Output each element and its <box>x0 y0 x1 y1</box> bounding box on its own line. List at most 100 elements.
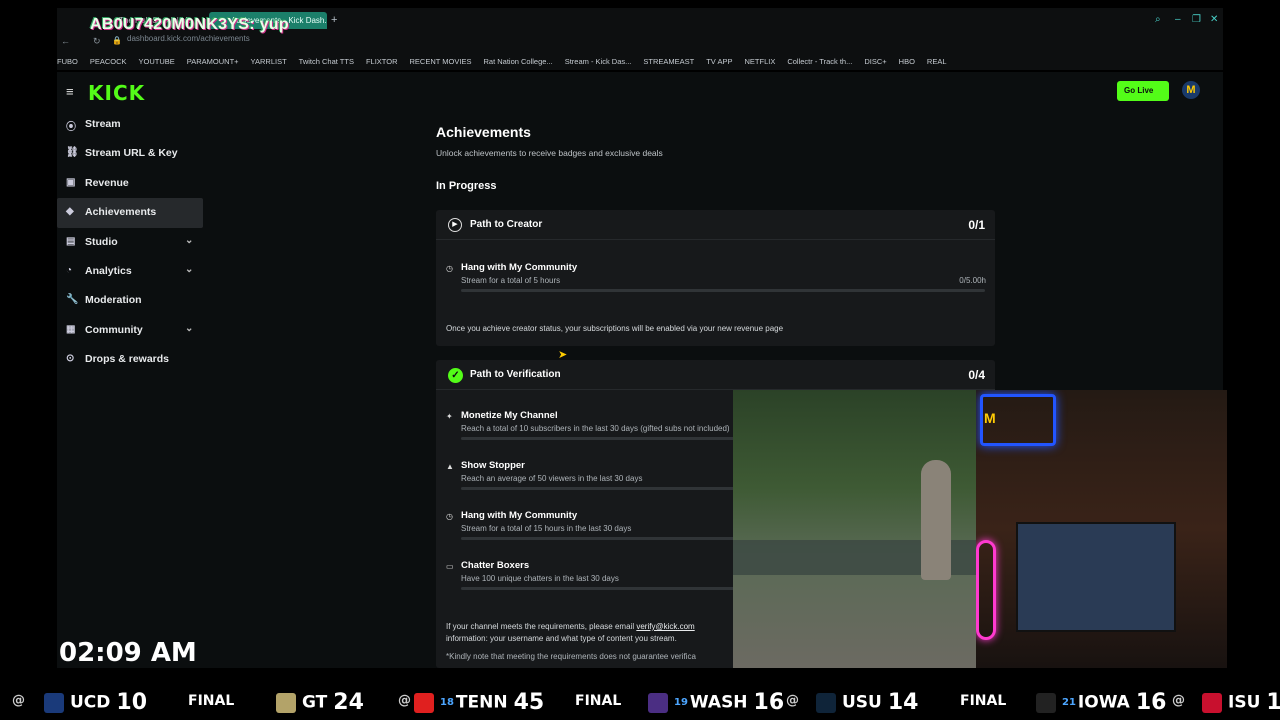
pink-neon-light <box>976 540 996 640</box>
top-bar: ≡ KICK Go Live M <box>57 72 1223 112</box>
creator-footer: Once you achieve creator status, your su… <box>446 324 784 333</box>
sidebar-item-label: Revenue <box>85 176 129 189</box>
go-live-button[interactable]: Go Live <box>1117 81 1169 101</box>
team-rank: 19 <box>674 697 688 708</box>
task-description: Reach an average of 50 viewers in the la… <box>461 474 643 483</box>
task-description: Stream for a total of 15 hours in the la… <box>461 524 632 533</box>
broadcast-icon: ⦿ <box>66 122 76 133</box>
sidebar-item-label: Achievements <box>85 206 157 219</box>
play-icon: ▶ <box>448 218 462 232</box>
team-name: UCD <box>70 692 111 713</box>
avatar[interactable]: M <box>1182 81 1200 99</box>
bookmark-item[interactable]: PARAMOUNT+ <box>187 57 239 66</box>
at-separator: @ <box>786 693 799 708</box>
bookmark-item[interactable]: NETFLIX <box>744 57 775 66</box>
sidebar-item-analytics[interactable]: ◔ Analytics ⌄ <box>57 257 203 286</box>
sidebar-item-stream-url-key[interactable]: ⛓ Stream URL & Key <box>57 139 203 168</box>
team-name: USU <box>842 692 882 713</box>
task-name: Monetize My Channel <box>461 410 558 421</box>
sidebar-item-revenue[interactable]: ▣ Revenue <box>57 169 203 198</box>
sidebar-item-label: Analytics <box>85 264 132 277</box>
bookmark-item[interactable]: FLIXTOR <box>366 57 398 66</box>
bookmarks-bar: FUBO PEACOCK YOUTUBE PARAMOUNT+ YARRLIST Twit… <box>57 57 1223 69</box>
verified-badge-icon: ✓ <box>448 368 463 383</box>
back-icon[interactable]: ← <box>61 36 70 46</box>
chevron-down-icon[interactable]: ⌄ <box>185 323 193 334</box>
team-rank: 21 <box>1062 697 1076 708</box>
link-icon: ⛓ <box>66 147 79 159</box>
outdoor-camera-feed <box>733 390 976 668</box>
gift-icon: ⊙ <box>66 353 75 365</box>
game-status: FINAL <box>960 693 1007 709</box>
creator-card-header: ▶ Path to Creator 0/1 <box>436 210 995 240</box>
person-figure <box>921 460 951 580</box>
bookmark-item[interactable]: FUBO <box>57 57 78 66</box>
sidebar-item-moderation[interactable]: 🔧 Moderation <box>57 286 203 315</box>
sidebar-item-label: Stream <box>85 118 121 130</box>
team-score: 1 <box>1266 690 1280 715</box>
team-rank: 18 <box>440 697 454 708</box>
team-name: GT <box>302 692 328 713</box>
bookmark-item[interactable]: Twitch Chat TTS <box>299 57 354 66</box>
bookmark-item[interactable]: REAL <box>927 57 947 66</box>
clock: 02:09 AM <box>59 638 197 668</box>
page-subtitle: Unlock achievements to receive badges an… <box>436 148 663 158</box>
task-name: Show Stopper <box>461 460 525 471</box>
new-tab-button[interactable]: + <box>329 12 343 29</box>
team-score: 45 <box>513 690 545 715</box>
bookmark-item[interactable]: YARRLIST <box>251 57 287 66</box>
card-title: Path to Verification <box>470 369 561 380</box>
go-live-label: Go Live <box>1124 86 1154 95</box>
bookmark-item[interactable]: Stream - Kick Das... <box>565 57 632 66</box>
search-icon[interactable]: ⌕ <box>1155 14 1161 25</box>
sidebar-item-drops-rewards[interactable]: ⊙ Drops & rewards <box>57 345 203 374</box>
bookmark-item[interactable]: DISC+ <box>864 57 886 66</box>
bookmark-item[interactable]: RECENT MOVIES <box>410 57 472 66</box>
page-title: Achievements <box>436 124 531 140</box>
ticker-team: ISU 1 <box>1202 690 1280 715</box>
ticker-team: USU 14 <box>816 690 918 715</box>
reload-icon[interactable]: ↻ <box>93 36 101 47</box>
sidebar-item-community[interactable]: ▦ Community ⌄ <box>57 316 203 345</box>
chevron-down-icon[interactable]: ⌄ <box>185 264 193 275</box>
bookmark-item[interactable]: YOUTUBE <box>139 57 175 66</box>
team-score: 16 <box>1135 690 1167 715</box>
at-separator: @ <box>12 693 25 708</box>
minimize-icon[interactable]: – <box>1175 14 1181 25</box>
bookmark-item[interactable]: HBO <box>899 57 915 66</box>
team-name: TENN <box>455 692 508 713</box>
game-status: FINAL <box>188 693 235 709</box>
section-heading: In Progress <box>436 180 497 192</box>
verification-card-header: ✓ Path to Verification 0/4 <box>436 360 995 390</box>
close-icon[interactable]: ✕ <box>1210 14 1218 25</box>
webcam-feed: M <box>976 390 1227 668</box>
bookmark-item[interactable]: PEACOCK <box>90 57 127 66</box>
restore-icon[interactable]: ❐ <box>1192 14 1201 25</box>
trophy-icon: ◆ <box>66 206 74 218</box>
sidebar-item-stream[interactable]: ⦿ Stream <box>57 110 203 139</box>
team-name: WASH <box>689 692 748 713</box>
team-logo-icon <box>414 692 434 713</box>
ticker-team: 21 IOWA 16 <box>1036 690 1166 715</box>
address-bar[interactable]: dashboard.kick.com/achievements <box>127 34 250 43</box>
bookmark-item[interactable]: STREAMEAST <box>643 57 694 66</box>
sidebar-item-studio[interactable]: ▤ Studio ⌄ <box>57 228 203 257</box>
bookmark-item[interactable]: TV APP <box>706 57 732 66</box>
team-name: IOWA <box>1077 692 1130 713</box>
sidebar-item-achievements[interactable]: ◆ Achievements <box>57 198 203 228</box>
task-description: Stream for a total of 5 hours <box>461 276 561 285</box>
chat-overlay-caption: AB0U7420M0NK3YS: yup <box>90 16 289 33</box>
menu-icon[interactable]: ≡ <box>66 84 74 99</box>
verify-email-link[interactable]: verify@kick.com <box>636 622 694 631</box>
progress-bar <box>461 289 985 292</box>
chevron-down-icon[interactable]: ⌄ <box>185 235 193 246</box>
bookmark-item[interactable]: Collectr - Track th... <box>787 57 852 66</box>
sidebar-item-label: Stream URL & Key <box>85 147 178 160</box>
kick-logo[interactable]: KICK <box>88 81 145 105</box>
team-score: 16 <box>753 690 785 715</box>
bookmark-item[interactable]: Rat Nation College... <box>483 57 552 66</box>
at-separator: @ <box>1172 693 1185 708</box>
chat-icon: ▭ <box>446 562 454 571</box>
footer-text: If your channel meets the requirements, … <box>446 622 635 631</box>
team-logo-icon <box>1202 692 1222 713</box>
